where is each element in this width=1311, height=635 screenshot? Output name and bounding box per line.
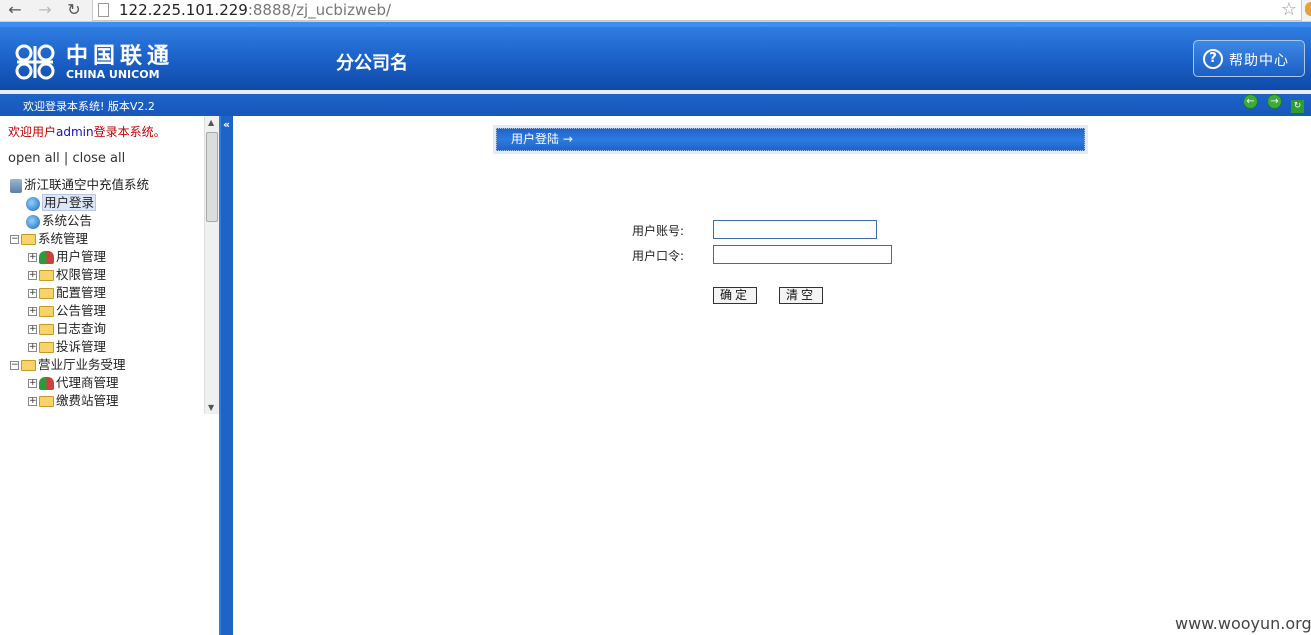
- folder-icon: [39, 324, 54, 335]
- folder-icon: [39, 396, 54, 407]
- status-strip: 欢迎登录本系统! 版本V2.2 ← → ↻: [0, 90, 1311, 116]
- tree-item-config-management[interactable]: + 配置管理: [28, 284, 106, 302]
- expand-toggle-icon[interactable]: +: [28, 343, 37, 352]
- tree-item-announcement[interactable]: 系统公告: [26, 212, 92, 230]
- globe-icon: [26, 214, 40, 229]
- close-all-link[interactable]: close all: [72, 151, 125, 166]
- folder-open-icon: [21, 360, 36, 371]
- computer-icon: [10, 178, 22, 193]
- question-mark-icon: ?: [1203, 49, 1223, 69]
- tree-item-log-query[interactable]: + 日志查询: [28, 320, 106, 338]
- tree-item-announcement-management[interactable]: + 公告管理: [28, 302, 106, 320]
- expand-toggle-icon[interactable]: +: [28, 307, 37, 316]
- extension-icon[interactable]: [1305, 2, 1311, 16]
- tree-folder-system-management[interactable]: − 系统管理: [10, 230, 88, 248]
- forward-arrow-icon[interactable]: →: [1267, 94, 1282, 109]
- expand-toggle-icon[interactable]: +: [28, 379, 37, 388]
- login-title: 用户登陆 →: [496, 128, 1085, 151]
- navigation-sidebar: 欢迎用户admin登录本系统。 open all | close all 浙江联…: [0, 116, 219, 414]
- help-center-label: 帮助中心: [1229, 53, 1289, 69]
- folder-open-icon: [21, 234, 36, 245]
- folder-icon: [39, 306, 54, 317]
- tree-controls: open all | close all: [8, 151, 126, 166]
- users-icon: [39, 251, 54, 264]
- expand-toggle-icon[interactable]: +: [28, 289, 37, 298]
- collapse-toggle-icon[interactable]: −: [10, 361, 19, 370]
- tree-item-user-management[interactable]: + 用户管理: [28, 248, 106, 266]
- folder-icon: [39, 288, 54, 299]
- tree-root[interactable]: 浙江联通空中充值系统: [10, 176, 149, 194]
- forward-arrow-icon[interactable]: →: [35, 1, 55, 19]
- tree-item-complaint-management[interactable]: + 投诉管理: [28, 338, 106, 356]
- globe-icon: [26, 196, 40, 211]
- account-input[interactable]: [713, 220, 877, 239]
- frame-splitter[interactable]: «: [219, 116, 233, 635]
- folder-icon: [39, 342, 54, 353]
- address-bar[interactable]: 122.225.101.229:8888/zj_ucbizweb/ ☆: [92, 0, 1302, 21]
- expand-toggle-icon[interactable]: +: [28, 253, 37, 262]
- scroll-up-icon[interactable]: ▲: [208, 118, 214, 127]
- sidebar-scrollbar[interactable]: ▲ ▼: [204, 116, 219, 414]
- scrollbar-thumb[interactable]: [206, 132, 218, 222]
- china-unicom-knot-logo-icon: [15, 44, 55, 80]
- watermark: www.wooyun.org: [1175, 614, 1311, 633]
- tree-item-agent-management[interactable]: + 代理商管理: [28, 374, 119, 392]
- expand-toggle-icon[interactable]: +: [28, 397, 37, 406]
- tree-item-permission-management[interactable]: + 权限管理: [28, 266, 106, 284]
- page-icon: [98, 3, 109, 17]
- collapse-sidebar-icon[interactable]: «: [223, 118, 230, 131]
- user-welcome: 欢迎用户admin登录本系统。: [8, 125, 166, 139]
- main-content: 用户登陆 → 用户账号: 用户口令: 确定 清空: [233, 116, 1311, 635]
- browser-toolbar: ← → ↻ 122.225.101.229:8888/zj_ucbizweb/ …: [0, 0, 1311, 22]
- logo-chinese-text: 中国联通: [66, 44, 175, 69]
- expand-toggle-icon[interactable]: +: [28, 271, 37, 280]
- reload-icon[interactable]: ↻: [64, 1, 84, 19]
- bookmark-star-icon[interactable]: ☆: [1281, 0, 1297, 20]
- password-label: 用户口令:: [632, 249, 685, 263]
- tree-item-user-login[interactable]: 用户登录: [26, 194, 97, 212]
- welcome-version-text: 欢迎登录本系统! 版本V2.2: [23, 100, 155, 113]
- header-banner: 中国联通 CHINA UNICOM 分公司名 ? 帮助中心: [0, 22, 1311, 90]
- tree-item-payment-station[interactable]: + 缴费站管理: [28, 392, 119, 410]
- users-icon: [39, 377, 54, 390]
- back-arrow-icon[interactable]: ←: [1243, 94, 1258, 109]
- help-center-button[interactable]: ? 帮助中心: [1193, 40, 1305, 77]
- account-label: 用户账号:: [632, 224, 685, 238]
- collapse-toggle-icon[interactable]: −: [10, 235, 19, 244]
- logo-english-text: CHINA UNICOM: [66, 68, 160, 81]
- confirm-button[interactable]: 确定: [713, 287, 757, 304]
- open-all-link[interactable]: open all: [8, 151, 60, 166]
- folder-icon: [39, 270, 54, 281]
- expand-toggle-icon[interactable]: +: [28, 325, 37, 334]
- clear-button[interactable]: 清空: [779, 287, 823, 304]
- back-arrow-icon[interactable]: ←: [5, 1, 25, 19]
- password-input[interactable]: [713, 245, 892, 264]
- refresh-icon[interactable]: ↻: [1291, 100, 1304, 113]
- url-text: 122.225.101.229:8888/zj_ucbizweb/: [119, 1, 392, 19]
- tree-folder-business-hall[interactable]: − 营业厅业务受理: [10, 356, 126, 374]
- login-title-bar: 用户登陆 →: [493, 125, 1088, 154]
- scroll-down-icon[interactable]: ▼: [208, 403, 214, 412]
- company-name: 分公司名: [336, 53, 408, 74]
